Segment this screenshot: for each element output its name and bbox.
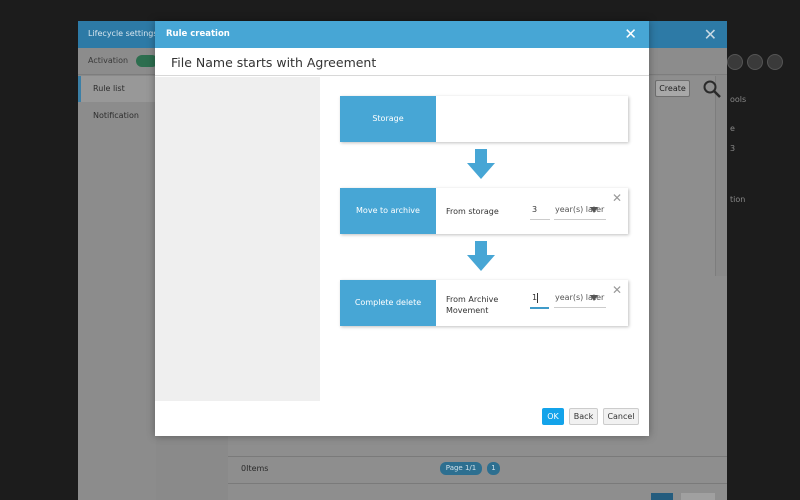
sidebar-item-label: Rule list (93, 84, 125, 93)
ok-button[interactable]: OK (542, 408, 564, 425)
arrow-down-icon (467, 241, 495, 271)
page-indicator: Page 1/1 (440, 462, 482, 475)
stage-from-label-line2: Movement (446, 306, 489, 315)
cancel-button[interactable]: Cancel (603, 408, 639, 425)
activation-label: Activation (88, 56, 129, 65)
background-close-icon[interactable]: ✕ (704, 25, 717, 44)
sidebar-item-rule-list[interactable]: Rule list (78, 76, 156, 102)
stage-label: Storage (340, 96, 436, 142)
sidebar-item-label: Notification (93, 111, 139, 120)
rule-creation-dialog: Rule creation ✕ File Name starts with Ag… (155, 21, 649, 436)
background-secondary-button[interactable] (681, 493, 715, 500)
remove-icon[interactable]: ✕ (612, 283, 622, 297)
text-caret (537, 293, 538, 303)
dropdown-caret-icon[interactable] (590, 207, 598, 213)
stage-storage: Storage (340, 96, 628, 142)
dialog-left-panel (155, 77, 320, 401)
background-primary-button[interactable] (651, 493, 673, 500)
back-button[interactable]: Back (569, 408, 598, 425)
stage-label: Complete delete (340, 280, 436, 326)
input-underline (530, 219, 550, 220)
background-window-title: Lifecycle settings (88, 29, 158, 38)
toolbar-circle-icon[interactable] (727, 54, 743, 70)
dialog-subtitle: File Name starts with Agreement (155, 48, 649, 76)
dropdown-caret-icon[interactable] (590, 295, 598, 301)
close-icon[interactable]: ✕ (624, 25, 637, 43)
arrow-down-icon (467, 149, 495, 179)
years-input[interactable]: 1 (532, 293, 550, 302)
stage-label: Move to archive (340, 188, 436, 234)
divider (228, 483, 727, 484)
page-number-button[interactable]: 1 (487, 462, 500, 475)
dialog-header: Rule creation ✕ (155, 21, 649, 48)
remove-icon[interactable]: ✕ (612, 191, 622, 205)
dialog-footer: OK Back Cancel (155, 401, 649, 436)
toolbar-circle-icon[interactable] (767, 54, 783, 70)
stage-from-label: From Archive (446, 295, 499, 304)
select-underline (554, 219, 606, 220)
search-icon[interactable] (702, 79, 722, 99)
stage-move-to-archive: Move to archive From storage 3 year(s) l… (340, 188, 628, 234)
dialog-title: Rule creation (166, 29, 230, 39)
stage-from-label: From storage (446, 207, 499, 216)
background-sidebar: Rule list Notification (78, 76, 156, 500)
background-right-column (715, 76, 727, 276)
create-button[interactable]: Create (655, 80, 690, 97)
lifecycle-flow: Storage Move to archive From storage 3 y… (320, 77, 649, 401)
years-input[interactable]: 3 (532, 205, 550, 214)
background-right-text: 3 (730, 144, 736, 153)
stage-complete-delete: Complete delete From Archive Movement 1 … (340, 280, 628, 326)
input-underline-active (530, 307, 549, 309)
toolbar-circle-icon[interactable] (747, 54, 763, 70)
background-right-text: ools (730, 95, 747, 104)
items-count: 0Items (241, 464, 269, 473)
select-underline (554, 307, 606, 308)
divider (228, 456, 727, 457)
background-toolbar-icons (727, 48, 800, 78)
sidebar-item-notification[interactable]: Notification (78, 103, 156, 129)
background-right-text: tion (730, 195, 746, 204)
background-right-text: e (730, 124, 735, 133)
